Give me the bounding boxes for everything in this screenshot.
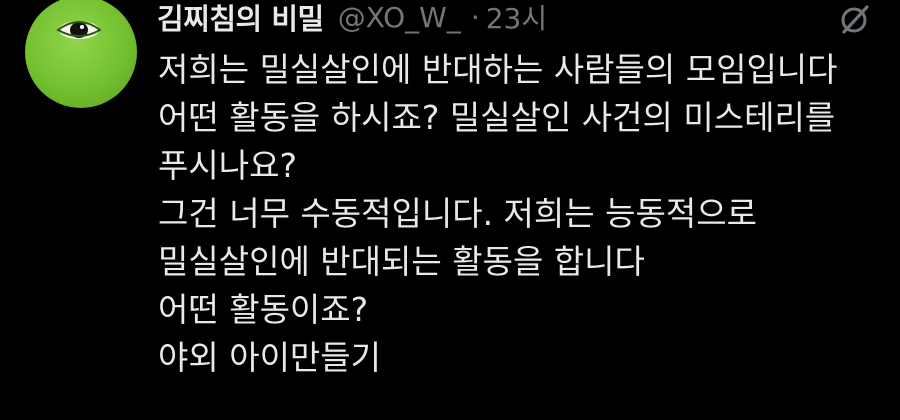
tweet-text-line: 밀실살인에 반대되는 활동을 합니다 [158,242,645,281]
tweet-text-line: 어떤 활동을 하시죠? 밀실살인 사건의 미스테리를 [158,98,836,137]
user-handle[interactable]: @XO_W_ [338,1,461,34]
grok-icon[interactable] [838,2,872,36]
tweet-text-line: 그건 너무 수동적입니다. 저희는 능동적으로 [158,194,757,233]
tweet[interactable]: 김찌침의 비밀 @XO_W_ · 23시 저희는 밀실살인에 반대하는 사람들의… [0,0,900,420]
tweet-text: 저희는 밀실살인에 반대하는 사람들의 모임입니다 어떤 활동을 하시죠? 밀실… [158,46,888,382]
separator-dot: · [470,0,480,34]
timestamp[interactable]: 23시 [486,0,547,37]
tweet-header: 김찌침의 비밀 @XO_W_ · 23시 [157,0,547,37]
tweet-text-line: 야외 아이만들기 [158,338,382,377]
avatar[interactable] [25,0,137,108]
display-name[interactable]: 김찌침의 비밀 [157,0,324,38]
green-eye-avatar-icon [56,21,102,39]
tweet-text-line: 어떤 활동이죠? [158,290,369,329]
tweet-text-line: 푸시나요? [158,146,297,185]
tweet-text-line: 저희는 밀실살인에 반대하는 사람들의 모임입니다 [158,50,838,89]
